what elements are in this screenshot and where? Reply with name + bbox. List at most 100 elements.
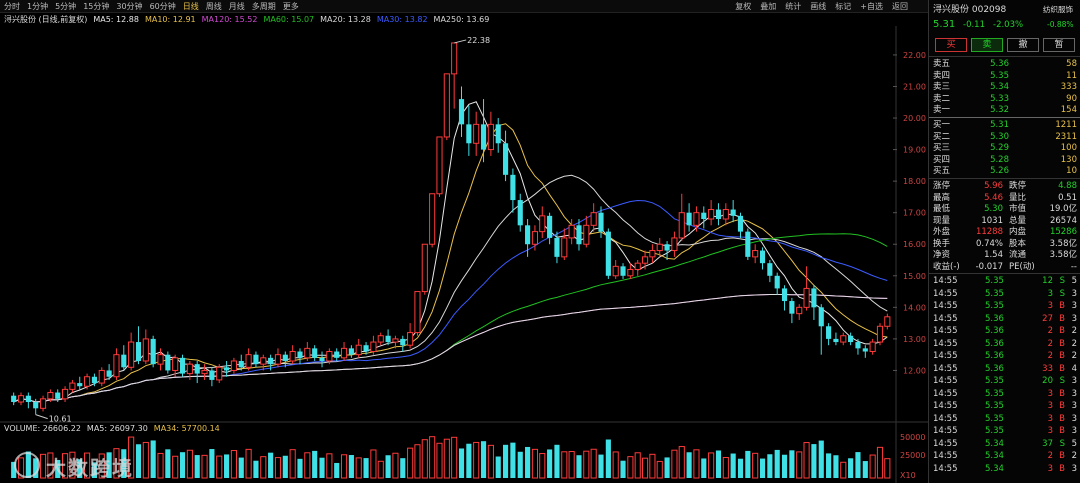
candle-body — [319, 357, 325, 361]
tick-volume: 3 — [1047, 401, 1053, 411]
ask-level-label: 卖三 — [933, 82, 951, 92]
candle-body — [340, 347, 348, 359]
draw-line-button[interactable]: 画线 — [810, 1, 826, 12]
volume-bar — [656, 460, 663, 479]
bid-row[interactable]: 买一 5.31 1211 — [929, 119, 1080, 131]
ma250-label: MA250: 13.69 — [433, 15, 490, 24]
stat-value: 1031 — [981, 215, 1003, 226]
volume-bar — [715, 450, 722, 478]
stat-value: 11288 — [975, 227, 1003, 237]
tab-weekly[interactable]: 周线 — [206, 1, 222, 12]
volume-bar — [561, 451, 568, 479]
candle-body — [55, 392, 61, 399]
candle-body — [106, 370, 112, 377]
tick-count: 3 — [1071, 401, 1077, 411]
tab-multi-period[interactable]: 多周期 — [252, 1, 276, 12]
buy-button[interactable]: 买 — [935, 38, 967, 52]
mark-button[interactable]: 标记 — [835, 1, 851, 12]
cancel-order-button[interactable]: 撤 — [1007, 38, 1039, 52]
tick-volume: 3 — [1047, 388, 1053, 399]
price-change-pct: -2.03% — [993, 20, 1024, 30]
stat-row: 外盘 11288 内盘 15286 — [929, 226, 1080, 238]
tick-time: 14:55 — [933, 326, 958, 336]
volume-bar — [400, 458, 406, 478]
sell-button[interactable]: 卖 — [971, 38, 1003, 52]
ask-row[interactable]: 卖四 5.35 11 — [929, 70, 1080, 82]
ask-price: 5.32 — [990, 105, 1009, 115]
sector-tag[interactable]: 纺织服饰 — [1043, 4, 1073, 16]
tab-more[interactable]: 更多 — [283, 1, 299, 12]
stat-row: 现量 1031 总量 26574 — [929, 215, 1080, 227]
ask-volume: 154 — [1060, 105, 1077, 115]
y-tick-label: 15.00 — [903, 272, 926, 281]
tick-price: 5.36 — [985, 338, 1004, 349]
tab-fenshi[interactable]: 分时 — [4, 1, 20, 12]
ask-row[interactable]: 卖一 5.32 154 — [929, 104, 1080, 116]
candle-body — [833, 338, 839, 343]
candle-body — [678, 212, 685, 239]
volume-bar — [253, 460, 259, 478]
tick-row: 14:55 5.35 3 B 3 — [929, 425, 1080, 437]
tick-side: B — [1059, 313, 1065, 324]
bid-row[interactable]: 买五 5.26 10 — [929, 165, 1080, 177]
volume-bar — [693, 449, 700, 479]
tick-row: 14:55 5.36 2 B 2 — [929, 350, 1080, 362]
ask-price: 5.34 — [990, 82, 1009, 92]
tab-60min[interactable]: 60分钟 — [150, 1, 176, 12]
bid-price: 5.29 — [990, 143, 1009, 153]
tick-volume: 2 — [1047, 451, 1053, 461]
ask-row[interactable]: 卖五 5.36 58 — [929, 58, 1080, 70]
candle-body — [135, 342, 142, 361]
bid-row[interactable]: 买三 5.29 100 — [929, 142, 1080, 154]
bid-row[interactable]: 买四 5.28 130 — [929, 154, 1080, 166]
candle-body — [216, 366, 223, 381]
tick-volume: 3 — [1047, 463, 1053, 474]
volume-bar — [722, 456, 729, 479]
tick-row: 14:55 5.35 12 S 5 — [929, 275, 1080, 287]
candle-body — [451, 42, 458, 75]
volume-bar — [737, 458, 744, 478]
tick-price: 5.35 — [985, 401, 1004, 411]
candle-body — [884, 316, 891, 327]
statistics-button[interactable]: 统计 — [785, 1, 801, 12]
tab-daily[interactable]: 日线 — [183, 1, 199, 12]
tab-5min[interactable]: 5分钟 — [55, 1, 76, 12]
ask-volume: 90 — [1066, 93, 1077, 104]
tab-1min[interactable]: 1分钟 — [27, 1, 48, 12]
candle-body — [722, 209, 729, 220]
candle-body — [539, 215, 546, 233]
tab-30min[interactable]: 30分钟 — [116, 1, 142, 12]
candle-body — [605, 231, 611, 276]
divider — [929, 117, 1080, 118]
kline-chart[interactable]: 22.00 21.00 20.00 19.00 18.00 17.00 16.00 15.00… — [0, 26, 928, 483]
bid-level-label: 买五 — [933, 166, 951, 176]
bid-row[interactable]: 买二 5.30 2311 — [929, 131, 1080, 143]
restore-rights-button[interactable]: 复权 — [735, 1, 751, 12]
tick-row: 14:55 5.35 3 B 3 — [929, 413, 1080, 425]
tick-time: 14:55 — [933, 363, 958, 374]
tab-monthly[interactable]: 月线 — [229, 1, 245, 12]
ma30-label: MA30: 13.82 — [376, 15, 428, 24]
volume-bar — [876, 446, 884, 479]
volume-label: VOLUME: 26606.22 — [4, 424, 81, 433]
volume-bar — [862, 461, 868, 478]
volume-bar — [730, 453, 736, 478]
pause-button[interactable]: 暂 — [1043, 38, 1075, 52]
tick-price: 5.35 — [985, 276, 1004, 286]
volume-bar — [818, 440, 824, 478]
candle-body — [466, 124, 472, 144]
overlay-button[interactable]: 叠加 — [760, 1, 776, 12]
back-button[interactable]: 返回 — [892, 1, 908, 12]
ask-row[interactable]: 卖二 5.33 90 — [929, 93, 1080, 105]
candle-body — [525, 225, 531, 245]
volume-bar — [230, 450, 237, 479]
tick-time: 14:55 — [933, 413, 958, 424]
volume-bar — [348, 455, 354, 478]
bid-level-label: 买一 — [933, 120, 951, 130]
add-watchlist-button[interactable]: +自选 — [860, 1, 883, 12]
ask-row[interactable]: 卖三 5.34 333 — [929, 81, 1080, 93]
volume-bar — [340, 454, 348, 479]
volume-bar — [297, 458, 303, 478]
tab-15min[interactable]: 15分钟 — [83, 1, 109, 12]
candle-body — [789, 301, 795, 314]
